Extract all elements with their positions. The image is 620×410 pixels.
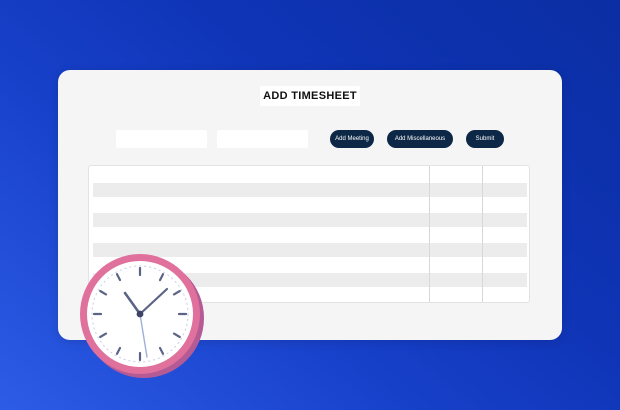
table-row xyxy=(93,183,527,197)
table-row xyxy=(93,213,527,227)
table-column-divider xyxy=(482,166,483,302)
timesheet-input-1[interactable] xyxy=(116,130,207,148)
timesheet-input-2[interactable] xyxy=(217,130,308,148)
add-miscellaneous-button[interactable]: Add Miscellaneous xyxy=(387,130,453,148)
submit-button[interactable]: Submit xyxy=(466,130,504,148)
wall-clock-icon xyxy=(79,253,205,379)
add-meeting-button[interactable]: Add Meeting xyxy=(330,130,374,148)
page-title: ADD TIMESHEET xyxy=(260,86,360,106)
table-column-divider xyxy=(429,166,430,302)
page-background: { "form": { "title": "ADD TIMESHEET", "f… xyxy=(0,0,620,410)
